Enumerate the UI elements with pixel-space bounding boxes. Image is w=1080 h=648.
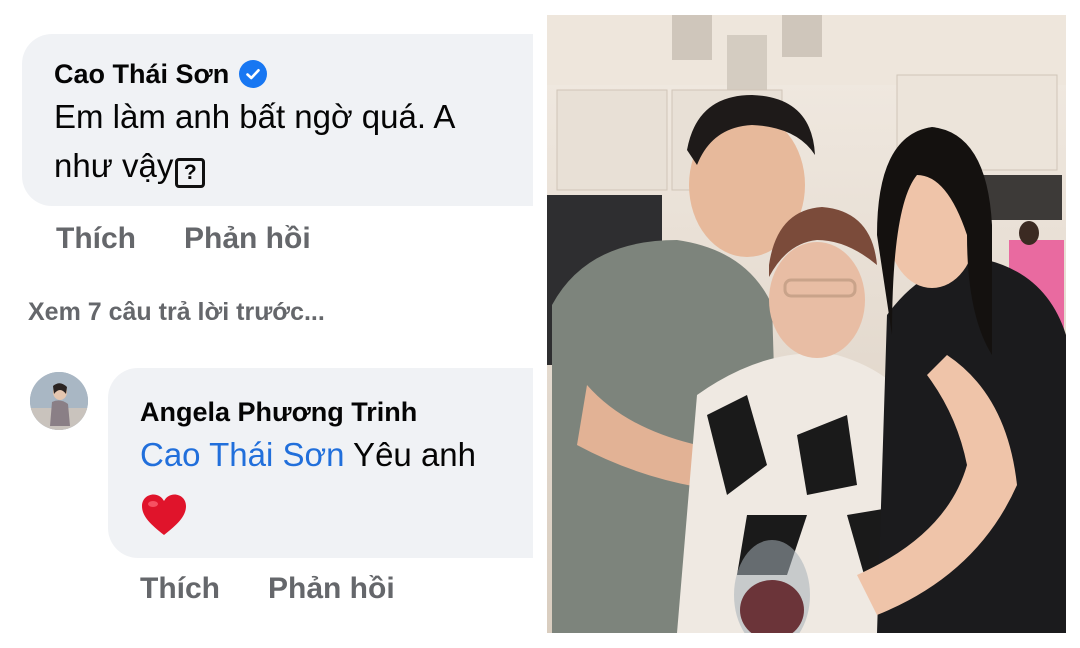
- reply-text-body: Yêu anh: [344, 436, 477, 473]
- comment-text: Em làm anh bất ngờ quá. A như vậy?: [54, 92, 533, 190]
- view-previous-replies-link[interactable]: Xem 7 câu trả lời trước...: [28, 298, 325, 327]
- reply-button[interactable]: Phản hồi: [184, 222, 311, 256]
- comment-text-line2: như vậy?: [54, 141, 533, 190]
- reply-actions: Thích Phản hồi: [140, 572, 395, 606]
- reply-button[interactable]: Phản hồi: [268, 572, 395, 606]
- comment-actions: Thích Phản hồi: [56, 222, 311, 256]
- verified-badge-icon: [239, 60, 268, 88]
- comment-thread: Cao Thái Sơn Em làm anh bất ngờ quá. A n…: [0, 0, 533, 648]
- group-photo: [547, 15, 1066, 633]
- comment-text-line2-text: như vậy: [54, 147, 174, 184]
- reply-bubble: Angela Phương Trinh Cao Thái Sơn Yêu anh: [108, 368, 533, 558]
- comment-text-line1: Em làm anh bất ngờ quá. A: [54, 98, 456, 135]
- comment-author[interactable]: Cao Thái Sơn: [54, 56, 533, 92]
- unknown-emoji-icon: ?: [175, 157, 206, 188]
- comment-author-name[interactable]: Cao Thái Sơn: [54, 56, 229, 92]
- reply-author-name[interactable]: Angela Phương Trinh: [140, 394, 533, 430]
- red-heart-icon: [140, 493, 190, 539]
- like-button[interactable]: Thích: [56, 222, 136, 256]
- like-button[interactable]: Thích: [140, 572, 220, 606]
- mention-link[interactable]: Cao Thái Sơn: [140, 436, 344, 473]
- avatar[interactable]: [30, 372, 88, 430]
- reply-text: Cao Thái Sơn Yêu anh: [140, 430, 533, 479]
- comment-bubble: Cao Thái Sơn Em làm anh bất ngờ quá. A n…: [22, 34, 533, 206]
